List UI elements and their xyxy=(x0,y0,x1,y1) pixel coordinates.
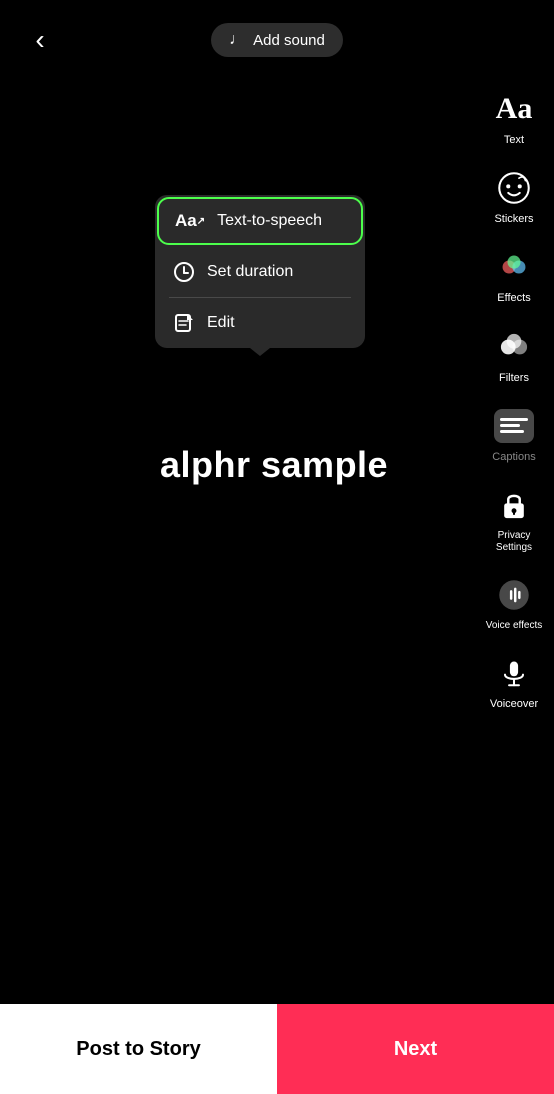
add-sound-button[interactable]: ♩ Add sound xyxy=(211,23,343,57)
filters-label: Filters xyxy=(499,372,529,385)
text-to-speech-label: Text-to-speech xyxy=(217,212,322,230)
tool-item-effects[interactable]: Effects xyxy=(479,238,549,313)
tool-item-privacy[interactable]: Privacy Settings xyxy=(479,476,549,562)
effects-label: Effects xyxy=(497,292,530,305)
tool-item-captions[interactable]: Captions xyxy=(479,397,549,472)
tool-item-text[interactable]: Aa Text xyxy=(479,80,549,155)
filters-icon xyxy=(493,326,535,368)
stickers-icon xyxy=(493,167,535,209)
text-to-speech-icon: Aa↗ xyxy=(175,211,205,231)
edit-icon xyxy=(173,312,195,334)
text-label: Text xyxy=(504,134,524,147)
back-button[interactable]: ‹ xyxy=(20,20,60,60)
context-menu: Aa↗ Text-to-speech Set duration Edit xyxy=(155,195,365,348)
menu-item-text-to-speech[interactable]: Aa↗ Text-to-speech xyxy=(157,197,363,245)
right-toolbar: Aa Text Stickers Effects xyxy=(474,70,554,729)
next-button[interactable]: Next xyxy=(277,1004,554,1094)
voiceover-label: Voiceover xyxy=(490,698,538,711)
text-icon: Aa xyxy=(493,88,535,130)
effects-icon xyxy=(493,246,535,288)
set-duration-label: Set duration xyxy=(207,263,293,281)
voiceover-icon xyxy=(493,652,535,694)
tool-item-stickers[interactable]: Stickers xyxy=(479,159,549,234)
tool-item-voice[interactable]: Voice effects xyxy=(479,566,549,640)
menu-item-set-duration[interactable]: Set duration xyxy=(155,247,365,297)
voice-icon xyxy=(493,574,535,616)
voice-label: Voice effects xyxy=(486,620,543,632)
menu-item-edit[interactable]: Edit xyxy=(155,298,365,348)
music-icon: ♩ xyxy=(229,31,245,49)
captions-icon xyxy=(493,405,535,447)
stickers-label: Stickers xyxy=(494,213,533,226)
top-bar: ‹ ♩ Add sound xyxy=(0,0,554,80)
tool-item-voiceover[interactable]: Voiceover xyxy=(479,644,549,719)
privacy-label: Privacy Settings xyxy=(483,530,545,554)
tool-item-filters[interactable]: Filters xyxy=(479,318,549,393)
post-story-button[interactable]: Post to Story xyxy=(0,1004,277,1094)
text-overlay-content: alphr sample xyxy=(160,444,388,485)
privacy-icon xyxy=(493,484,535,526)
clock-icon xyxy=(173,261,195,283)
text-overlay[interactable]: alphr sample xyxy=(140,430,408,500)
bottom-bar: Post to Story Next xyxy=(0,1004,554,1094)
add-sound-label: Add sound xyxy=(253,32,325,49)
edit-label: Edit xyxy=(207,314,235,332)
captions-label: Captions xyxy=(492,451,535,464)
